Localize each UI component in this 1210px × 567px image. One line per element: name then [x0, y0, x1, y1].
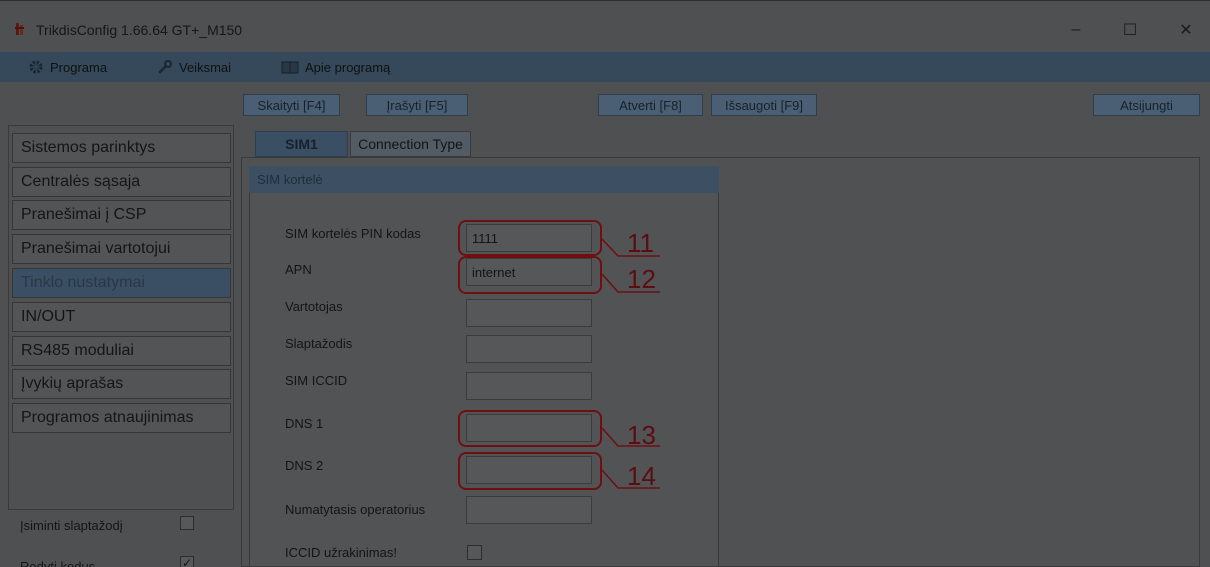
pin-code-label: SIM kortelės PIN kodas — [285, 226, 421, 241]
menu-apie-programa[interactable]: Apie programą — [281, 52, 390, 82]
show-codes-label: Rodyti kodus — [20, 559, 96, 567]
callout-frame-apn — [458, 256, 602, 294]
tab-sim1[interactable]: SIM1 — [255, 131, 348, 157]
disconnect-button[interactable]: Atsijungti — [1093, 94, 1200, 116]
nav-item-ivykiu-aprasas[interactable]: Įvykių aprašas — [12, 369, 231, 399]
default-operator-input[interactable] — [466, 496, 592, 524]
maximize-button[interactable]: ☐ — [1110, 16, 1150, 44]
callout-number-13: 13 — [627, 420, 656, 450]
show-codes-checkbox[interactable]: ✓ — [180, 556, 194, 567]
tab-connection-type[interactable]: Connection Type — [350, 131, 471, 157]
read-button[interactable]: Skaityti [F4] — [243, 94, 340, 116]
nav-item-in-out[interactable]: IN/OUT — [12, 302, 231, 332]
menu-programa[interactable]: Programa — [28, 52, 107, 82]
close-button[interactable]: ✕ — [1166, 16, 1206, 44]
password-input[interactable] — [466, 335, 592, 363]
iccid-lock-checkbox[interactable] — [467, 545, 482, 560]
open-button[interactable]: Atverti [F8] — [598, 94, 703, 116]
menu-programa-label: Programa — [50, 59, 108, 75]
book-icon — [281, 61, 299, 74]
nav-item-centrales-sasaja[interactable]: Centralės sąsaja — [12, 167, 231, 197]
menu-veiksmai-label: Veiksmai — [179, 59, 232, 75]
default-operator-label: Numatytasis operatorius — [285, 502, 426, 517]
write-button[interactable]: Įrašyti [F5] — [366, 94, 468, 116]
dns1-label: DNS 1 — [285, 416, 324, 431]
remember-password-label: Įsiminti slaptažodį — [20, 518, 123, 533]
nav-item-tinklo-nustatymai[interactable]: Tinklo nustatymai — [12, 268, 231, 298]
sim-iccid-input[interactable] — [466, 372, 592, 400]
callout-leader-lines — [601, 238, 660, 489]
dns2-label: DNS 2 — [285, 458, 324, 473]
callout-number-11: 11 — [627, 228, 654, 258]
iccid-lock-label: ICCID užrakinimas! — [285, 545, 397, 560]
nav-item-pranesimai-vartotojui[interactable]: Pranešimai vartotojui — [12, 234, 231, 264]
nav-item-rs485-moduliai[interactable]: RS485 moduliai — [12, 336, 231, 366]
username-input[interactable] — [466, 299, 592, 327]
app-logo-icon — [15, 23, 24, 35]
gear-icon — [29, 60, 43, 74]
save-button[interactable]: Išsaugoti [F9] — [711, 94, 817, 116]
minimize-button[interactable]: – — [1056, 16, 1096, 44]
callout-frame-dns2 — [458, 452, 602, 490]
password-label: Slaptažodis — [285, 336, 353, 351]
username-label: Vartotojas — [285, 299, 343, 314]
callout-frame-pin — [458, 220, 602, 256]
nav-item-pranesimai-csp[interactable]: Pranešimai į CSP — [12, 200, 231, 230]
sim-iccid-label: SIM ICCID — [285, 373, 348, 388]
sim-card-group-title: SIM kortelė — [249, 166, 719, 193]
callout-frame-dns1 — [458, 410, 602, 447]
menu-veiksmai[interactable]: Veiksmai — [157, 52, 231, 82]
wrench-icon — [158, 60, 172, 74]
remember-password-checkbox[interactable] — [180, 516, 194, 530]
nav-item-sistemos-parinktys[interactable]: Sistemos parinktys — [12, 133, 231, 163]
callout-number-14: 14 — [627, 461, 656, 491]
nav-item-programos-atnaujinimas[interactable]: Programos atnaujinimas — [12, 403, 231, 433]
window-title: TrikdisConfig 1.66.64 GT+_M150 — [36, 22, 243, 38]
apn-label: APN — [285, 262, 312, 277]
callout-number-12: 12 — [627, 264, 656, 294]
menu-apie-programa-label: Apie programą — [305, 59, 391, 75]
